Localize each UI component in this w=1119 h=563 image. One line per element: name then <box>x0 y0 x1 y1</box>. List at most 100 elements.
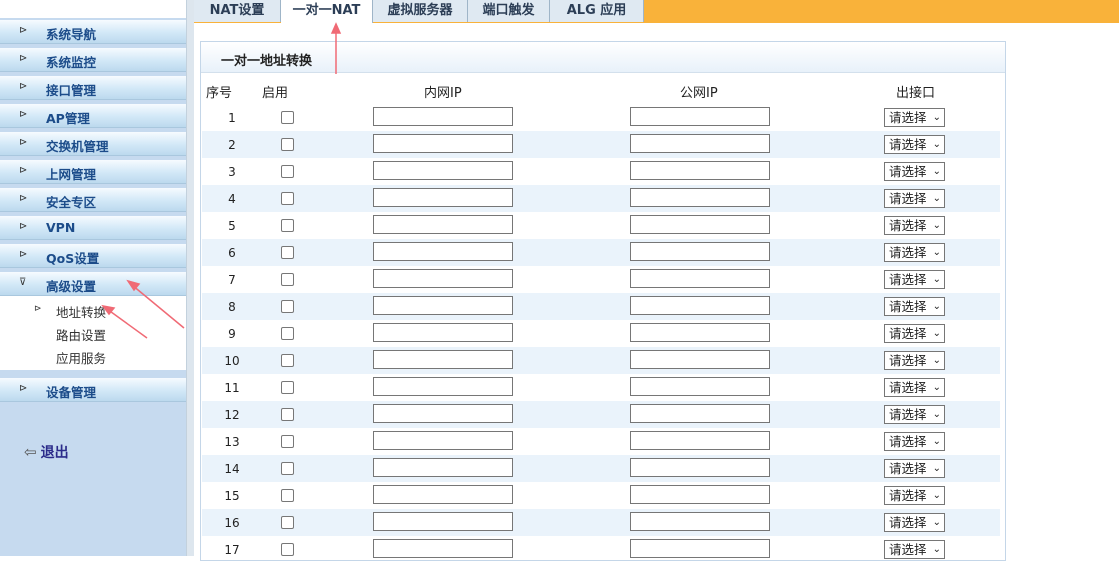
chevron-down-icon: ⌄ <box>932 463 941 474</box>
enable-checkbox[interactable] <box>281 192 294 205</box>
internal-ip-input[interactable] <box>373 404 513 423</box>
tab-one-to-one-nat[interactable]: 一对一NAT <box>281 0 373 23</box>
public-ip-input[interactable] <box>630 431 770 450</box>
enable-checkbox[interactable] <box>281 354 294 367</box>
enable-checkbox[interactable] <box>281 165 294 178</box>
enable-checkbox[interactable] <box>281 462 294 475</box>
enable-checkbox[interactable] <box>281 111 294 124</box>
tab-virtual-server[interactable]: 虚拟服务器 <box>373 0 468 22</box>
public-ip-input[interactable] <box>630 242 770 261</box>
expand-arrow-icon: ⊳ <box>19 109 28 120</box>
sidebar-item-switch[interactable]: ⊳ 交换机管理 <box>0 132 186 156</box>
sidebar-item-label: 接口管理 <box>46 83 97 98</box>
out-interface-select[interactable]: 请选择 ⌄ <box>884 297 945 316</box>
out-interface-select[interactable]: 请选择 ⌄ <box>884 243 945 262</box>
logout-link[interactable]: ⇦ 退出 <box>24 442 69 462</box>
enable-checkbox[interactable] <box>281 381 294 394</box>
tab-label: ALG 应用 <box>566 3 627 18</box>
internal-ip-input[interactable] <box>373 323 513 342</box>
enable-checkbox[interactable] <box>281 489 294 502</box>
out-interface-select[interactable]: 请选择 ⌄ <box>884 513 945 532</box>
submenu-item-app-service[interactable]: 应用服务 <box>56 348 106 367</box>
public-ip-input[interactable] <box>630 107 770 126</box>
out-interface-select[interactable]: 请选择 ⌄ <box>884 135 945 154</box>
out-interface-select[interactable]: 请选择 ⌄ <box>884 270 945 289</box>
sidebar-item-ap[interactable]: ⊳ AP管理 <box>0 104 186 128</box>
table-row: 5 请选择 ⌄ <box>202 212 1000 239</box>
enable-checkbox[interactable] <box>281 219 294 232</box>
sidebar-item-system-monitor[interactable]: ⊳ 系统监控 <box>0 48 186 72</box>
internal-ip-input[interactable] <box>373 485 513 504</box>
internal-ip-input[interactable] <box>373 161 513 180</box>
enable-checkbox[interactable] <box>281 543 294 556</box>
out-interface-select[interactable]: 请选择 ⌄ <box>884 486 945 505</box>
out-interface-select[interactable]: 请选择 ⌄ <box>884 351 945 370</box>
internal-ip-input[interactable] <box>373 350 513 369</box>
public-ip-input[interactable] <box>630 134 770 153</box>
sidebar-item-internet[interactable]: ⊳ 上网管理 <box>0 160 186 184</box>
internal-ip-input[interactable] <box>373 431 513 450</box>
chevron-down-icon: ⌄ <box>932 166 941 177</box>
enable-checkbox[interactable] <box>281 516 294 529</box>
table-row: 4 请选择 ⌄ <box>202 185 1000 212</box>
out-interface-select[interactable]: 请选择 ⌄ <box>884 189 945 208</box>
sidebar-item-advanced[interactable]: ⊽ 高级设置 <box>0 272 186 296</box>
public-ip-input[interactable] <box>630 323 770 342</box>
out-interface-select[interactable]: 请选择 ⌄ <box>884 432 945 451</box>
chevron-down-icon: ⌄ <box>932 301 941 312</box>
public-ip-input[interactable] <box>630 377 770 396</box>
select-value: 请选择 <box>889 218 927 233</box>
public-ip-input[interactable] <box>630 188 770 207</box>
tab-port-trigger[interactable]: 端口触发 <box>468 0 550 22</box>
public-ip-input[interactable] <box>630 215 770 234</box>
out-interface-select[interactable]: 请选择 ⌄ <box>884 405 945 424</box>
internal-ip-input[interactable] <box>373 107 513 126</box>
public-ip-input[interactable] <box>630 161 770 180</box>
table-row: 14 请选择 ⌄ <box>202 455 1000 482</box>
internal-ip-input[interactable] <box>373 539 513 558</box>
out-interface-select[interactable]: 请选择 ⌄ <box>884 540 945 559</box>
out-interface-select[interactable]: 请选择 ⌄ <box>884 459 945 478</box>
sidebar-item-security[interactable]: ⊳ 安全专区 <box>0 188 186 212</box>
out-interface-select[interactable]: 请选择 ⌄ <box>884 216 945 235</box>
public-ip-input[interactable] <box>630 512 770 531</box>
sidebar-item-device[interactable]: ⊳ 设备管理 <box>0 378 186 402</box>
out-interface-select[interactable]: 请选择 ⌄ <box>884 324 945 343</box>
out-interface-select[interactable]: 请选择 ⌄ <box>884 108 945 127</box>
public-ip-input[interactable] <box>630 350 770 369</box>
public-ip-input[interactable] <box>630 296 770 315</box>
submenu-item-nat[interactable]: 地址转换 <box>56 302 106 321</box>
tab-alg[interactable]: ALG 应用 <box>550 0 644 22</box>
internal-ip-input[interactable] <box>373 377 513 396</box>
internal-ip-input[interactable] <box>373 215 513 234</box>
enable-checkbox[interactable] <box>281 246 294 259</box>
internal-ip-input[interactable] <box>373 188 513 207</box>
sidebar-item-qos[interactable]: ⊳ QoS设置 <box>0 244 186 268</box>
internal-ip-input[interactable] <box>373 296 513 315</box>
out-interface-select[interactable]: 请选择 ⌄ <box>884 162 945 181</box>
public-ip-input[interactable] <box>630 269 770 288</box>
sidebar-item-vpn[interactable]: ⊳ VPN <box>0 216 186 240</box>
internal-ip-input[interactable] <box>373 458 513 477</box>
enable-checkbox[interactable] <box>281 138 294 151</box>
enable-checkbox[interactable] <box>281 300 294 313</box>
public-ip-input[interactable] <box>630 539 770 558</box>
public-ip-input[interactable] <box>630 485 770 504</box>
out-interface-select[interactable]: 请选择 ⌄ <box>884 378 945 397</box>
row-index: 11 <box>224 381 240 395</box>
internal-ip-input[interactable] <box>373 242 513 261</box>
enable-checkbox[interactable] <box>281 327 294 340</box>
sidebar-item-system-nav[interactable]: ⊳ 系统导航 <box>0 20 186 44</box>
enable-checkbox[interactable] <box>281 435 294 448</box>
enable-checkbox[interactable] <box>281 408 294 421</box>
enable-checkbox[interactable] <box>281 273 294 286</box>
submenu-item-routing[interactable]: 路由设置 <box>56 325 106 344</box>
tab-nat-settings[interactable]: NAT设置 <box>194 0 281 22</box>
internal-ip-input[interactable] <box>373 269 513 288</box>
internal-ip-input[interactable] <box>373 512 513 531</box>
public-ip-input[interactable] <box>630 404 770 423</box>
internal-ip-input[interactable] <box>373 134 513 153</box>
public-ip-input[interactable] <box>630 458 770 477</box>
sidebar-item-interface[interactable]: ⊳ 接口管理 <box>0 76 186 100</box>
chevron-down-icon: ⌄ <box>932 436 941 447</box>
